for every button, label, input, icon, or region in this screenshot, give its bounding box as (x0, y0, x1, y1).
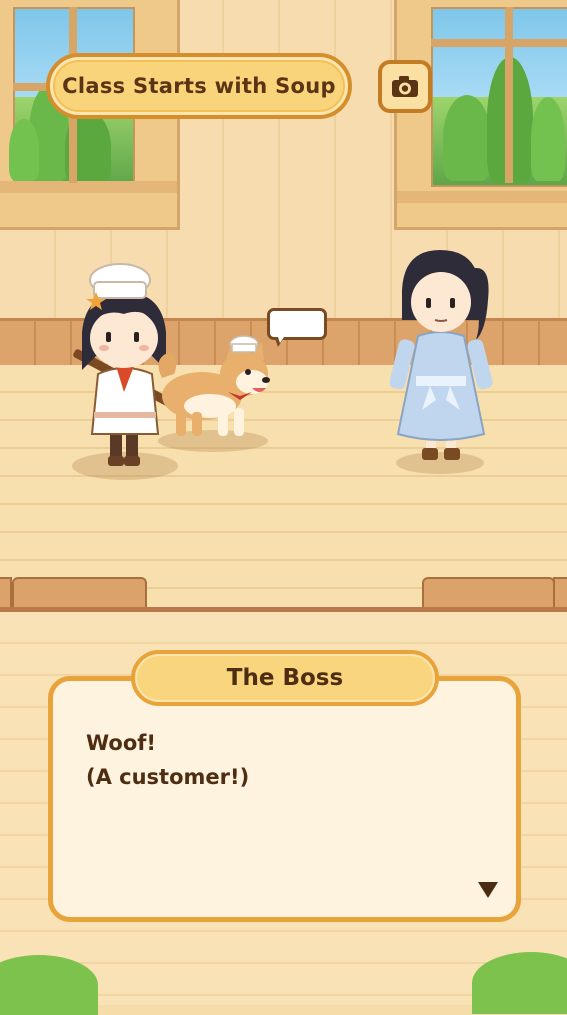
speech-bubble (267, 308, 327, 340)
dialogue-line: Woof! (86, 731, 156, 755)
scene-title: Class Starts with Soup (62, 74, 336, 98)
speaker-name: The Boss (226, 665, 344, 691)
shiba-dog-character (158, 335, 270, 436)
counter-edge-left (0, 577, 12, 609)
triangle-down-icon[interactable] (478, 882, 498, 898)
speaker-name-tab: The Boss (131, 650, 439, 706)
window-right (394, 0, 567, 230)
counter-edge-right (553, 577, 567, 609)
dialogue-text: Woof! (A customer!) (86, 726, 486, 794)
camera-button[interactable] (378, 60, 432, 113)
counter-step-right (422, 577, 555, 609)
scene-title-pill: Class Starts with Soup (46, 53, 352, 119)
counter-step-left (12, 577, 147, 609)
customer-girl-character (390, 250, 493, 460)
camera-icon (392, 75, 418, 97)
dialogue-box[interactable] (48, 676, 521, 922)
dialogue-line: (A customer!) (86, 765, 250, 789)
speech-bubble-tail-inner (277, 334, 286, 343)
